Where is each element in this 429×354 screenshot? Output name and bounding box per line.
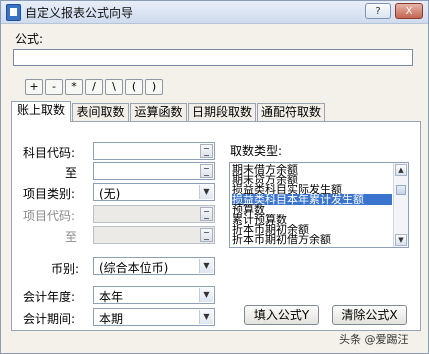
scroll-up-icon[interactable]: ▲: [395, 164, 407, 176]
help-button[interactable]: ?: [365, 3, 391, 19]
subject-code-label: 科目代码:: [23, 146, 76, 160]
chevron-down-icon[interactable]: ▼: [199, 310, 213, 324]
list-scrollbar[interactable]: ▲ ▼: [393, 163, 408, 247]
tab-date-range-fetch[interactable]: 日期段取数: [188, 103, 256, 121]
fiscal-period-select[interactable]: 本期 ▼: [93, 308, 215, 326]
fetch-type-list[interactable]: 期末借方余额 期末贷方余额 损益类科目实际发生额 损益类科目本年累计发生额 预算…: [229, 162, 409, 248]
operator-backslash-button[interactable]: \: [105, 79, 123, 95]
watermark: 头条 @爱踢汪: [339, 333, 409, 346]
window-title: 自定义报表公式向导: [25, 6, 134, 20]
tab-wildcard-fetch[interactable]: 通配符取数: [257, 103, 325, 121]
currency-select[interactable]: (综合本位币) ▼: [93, 257, 215, 275]
fill-formula-button[interactable]: 填入公式Y: [244, 305, 319, 325]
formula-input[interactable]: [13, 49, 413, 66]
item-type-select[interactable]: (无) ▼: [93, 183, 215, 201]
operator-plus-button[interactable]: +: [25, 79, 43, 95]
item-code-to-label: 至: [65, 230, 78, 244]
lookup-icon[interactable]: [200, 144, 213, 158]
subject-code-to-input[interactable]: [93, 162, 215, 180]
list-item[interactable]: 折本币期初借方余额: [232, 234, 392, 245]
chevron-down-icon[interactable]: ▼: [199, 288, 213, 302]
chevron-down-icon[interactable]: ▼: [199, 185, 213, 199]
tab-functions[interactable]: 运算函数: [130, 103, 187, 121]
lookup-icon: [200, 207, 213, 221]
tab-account-fetch[interactable]: 账上取数: [11, 101, 71, 122]
scroll-thumb[interactable]: [396, 185, 406, 195]
clear-formula-button[interactable]: 清除公式X: [332, 305, 407, 325]
chevron-down-icon[interactable]: ▼: [199, 259, 213, 273]
fetch-type-label: 取数类型:: [230, 144, 283, 158]
lookup-icon: [200, 228, 213, 242]
title-bar: 自定义报表公式向导 ? X: [1, 1, 428, 24]
fiscal-year-value: 本年: [99, 290, 124, 304]
app-icon: [6, 4, 21, 21]
fiscal-period-value: 本期: [99, 312, 124, 326]
operator-multiply-button[interactable]: *: [65, 79, 83, 95]
fiscal-year-label: 会计年度:: [23, 290, 76, 304]
currency-label: 币别:: [51, 262, 80, 276]
operator-divide-button[interactable]: /: [85, 79, 103, 95]
fiscal-year-select[interactable]: 本年 ▼: [93, 286, 215, 304]
fiscal-period-label: 会计期间:: [23, 312, 76, 326]
subject-code-to-label: 至: [65, 166, 78, 180]
item-code-label: 项目代码:: [23, 209, 76, 223]
operator-minus-button[interactable]: -: [45, 79, 63, 95]
tab-inter-table-fetch[interactable]: 表间取数: [72, 103, 129, 121]
lookup-icon[interactable]: [200, 164, 213, 178]
item-type-value: (无): [99, 187, 121, 201]
formula-label: 公式:: [15, 32, 44, 46]
currency-value: (综合本位币): [99, 261, 169, 275]
item-code-from-input: [93, 205, 215, 223]
operator-open-paren-button[interactable]: (: [125, 79, 143, 95]
item-type-label: 项目类别:: [23, 187, 76, 201]
scroll-down-icon[interactable]: ▼: [395, 234, 407, 246]
item-code-to-input: [93, 226, 215, 244]
formula-wizard-window: 自定义报表公式向导 ? X 公式: + - * / \ ( ) 账上取数 表间取…: [0, 0, 429, 354]
operator-close-paren-button[interactable]: ): [145, 79, 163, 95]
close-button[interactable]: X: [395, 3, 423, 19]
subject-code-from-input[interactable]: [93, 142, 215, 160]
